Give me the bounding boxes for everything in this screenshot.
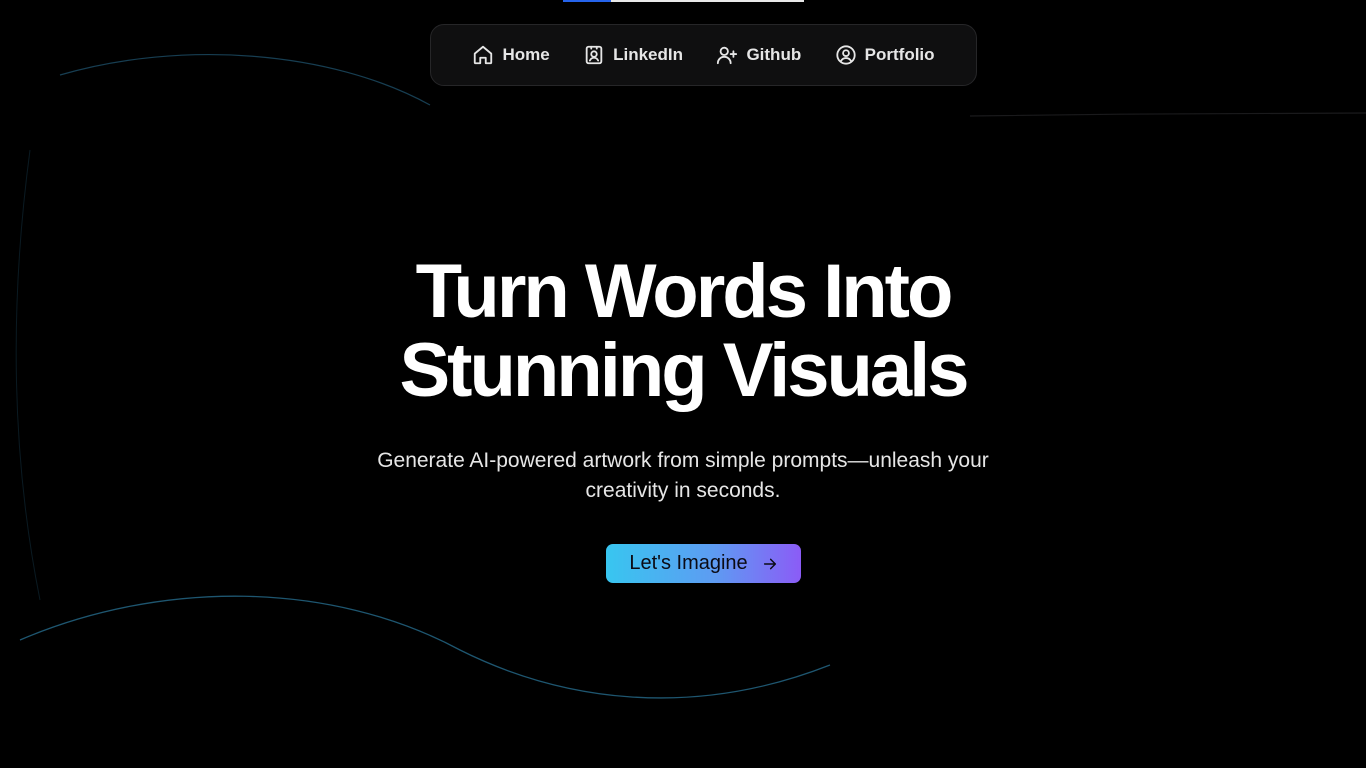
wave-line-top [59, 54, 431, 106]
landing-page: Home LinkedIn Github Portfolio Turn Word… [0, 0, 1366, 768]
top-progress-bar [563, 0, 804, 2]
user-circle-icon [835, 44, 857, 66]
hero-subtitle: Generate AI-powered artwork from simple … [333, 446, 1033, 506]
nav-label-home: Home [502, 45, 550, 64]
cta-label: Let's Imagine [629, 552, 748, 574]
nav-item-github[interactable]: Github [716, 44, 801, 66]
wave-line-bottom [19, 595, 831, 699]
hero-title-line-2: Stunning Visuals [399, 328, 969, 413]
arrow-right-icon [762, 556, 778, 572]
hero-title-line-1: Turn Words Into [415, 249, 954, 334]
top-nav: Home LinkedIn Github Portfolio [430, 24, 977, 86]
nav-item-home[interactable]: Home [472, 44, 550, 66]
hero-title: Turn Words Into Stunning Visuals [0, 252, 1366, 410]
user-plus-icon [716, 44, 738, 66]
nav-item-portfolio[interactable]: Portfolio [835, 44, 935, 66]
home-icon [472, 44, 494, 66]
wave-line-right [969, 112, 1366, 117]
nav-label-portfolio: Portfolio [864, 45, 935, 64]
lets-imagine-button[interactable]: Let's Imagine [606, 544, 801, 583]
nav-item-linkedin[interactable]: LinkedIn [583, 44, 683, 66]
hero-subtitle-line-1: Generate AI-powered artwork from simple … [377, 449, 989, 472]
nav-label-github: Github [746, 45, 802, 64]
hero-section: Turn Words Into Stunning Visuals Generat… [0, 252, 1366, 506]
contact-badge-icon [583, 44, 605, 66]
nav-label-linkedin: LinkedIn [613, 45, 684, 64]
hero-subtitle-line-2: creativity in seconds. [585, 479, 781, 502]
top-progress-fill [563, 0, 612, 2]
